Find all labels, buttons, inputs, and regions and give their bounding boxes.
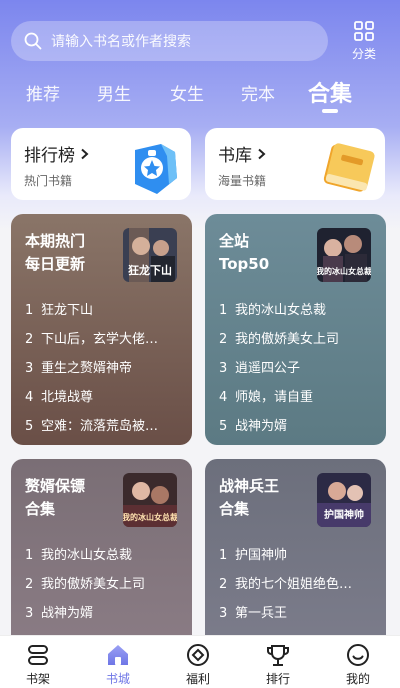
collection-card-top50[interactable]: 全站 Top50 我的冰山女总裁 1 我的冰山女总裁 2 我的傲娇美女上司 3 逍遥四… — [205, 214, 386, 445]
book-list: 1 我的冰山女总裁 2 我的傲娇美女上司 3 逍遥四公子 4 师娘，请自重 5 战神为婿 — [219, 296, 377, 441]
search-placeholder: 请输入书名或作者搜索 — [51, 34, 191, 50]
tab-bar: 推荐 男生 女生 完本 合集 — [0, 76, 400, 116]
chevron-right-icon — [81, 148, 89, 159]
card-title-line1: 战神兵王 — [219, 477, 280, 495]
search-row: 请输入书名或作者搜索 分类 — [0, 0, 400, 72]
book-cover-image: 我的冰山女总裁 — [123, 473, 177, 527]
book-cover[interactable]: 狂龙下山 — [123, 228, 177, 282]
tab-collection[interactable]: 合集 — [308, 76, 352, 108]
profile-icon — [347, 644, 369, 666]
list-item[interactable]: 4 北境战尊 — [25, 383, 183, 412]
book-cover-image: 护国神帅 — [317, 473, 371, 527]
bottom-nav: 书架 书城 福利 排行 我的 — [0, 635, 400, 688]
list-item[interactable]: 1 狂龙下山 — [25, 296, 183, 325]
ranking-card[interactable]: 排行榜 热门书籍 — [11, 128, 191, 200]
cover-title: 我的冰山女总裁 — [317, 266, 371, 276]
tab-male[interactable]: 男生 — [97, 80, 131, 105]
list-item[interactable]: 2 下山后，玄学大佬… — [25, 325, 183, 354]
nav-bookstore[interactable]: 书城 — [88, 642, 148, 687]
book-list: 1 狂龙下山 2 下山后，玄学大佬… 3 重生之赘婿神帝 4 北境战尊 5 空难：流落荒岛… — [25, 296, 183, 441]
list-item[interactable]: 1 我的冰山女总裁 — [219, 296, 377, 325]
cover-title: 护国神帅 — [324, 508, 364, 521]
nav-label: 我的 — [345, 672, 370, 686]
ranking-title-row: 排行榜 — [24, 141, 91, 166]
card-title: 赘婿保镖 合集 — [25, 475, 125, 521]
library-subtitle: 海量书籍 — [218, 174, 267, 188]
category-label: 分类 — [351, 47, 376, 61]
card-title-line2: 合集 — [219, 500, 250, 518]
nav-ranking[interactable]: 排行 — [248, 642, 308, 687]
trophy-icon — [267, 645, 289, 666]
welfare-icon — [187, 644, 209, 666]
bookshelf-icon — [28, 645, 48, 665]
card-title: 本期热门 每日更新 — [25, 230, 125, 276]
ranking-title: 排行榜 — [24, 146, 75, 166]
grid-icon — [354, 21, 374, 41]
book-cover-image: 我的冰山女总裁 — [317, 228, 371, 282]
nav-bookshelf[interactable]: 书架 — [8, 642, 68, 687]
list-item[interactable]: 2 我的七个姐姐绝色… — [219, 570, 377, 599]
library-title: 书库 — [218, 146, 252, 166]
tab-recommend[interactable]: 推荐 — [26, 80, 60, 105]
list-item[interactable]: 3 战神为婿 — [25, 599, 183, 628]
list-item[interactable]: 1 护国神帅 — [219, 541, 377, 570]
card-title-line1: 赘婿保镖 — [25, 477, 86, 495]
list-item[interactable]: 3 逍遥四公子 — [219, 354, 377, 383]
card-title-line2: Top50 — [219, 255, 270, 273]
category-button[interactable]: 分类 — [342, 20, 386, 64]
list-item[interactable]: 3 重生之赘婿神帝 — [25, 354, 183, 383]
nav-label: 书城 — [105, 672, 130, 686]
card-title-line2: 每日更新 — [25, 255, 86, 273]
search-icon — [24, 32, 42, 50]
active-tab-indicator — [322, 109, 338, 113]
ranking-badge-icon — [135, 144, 177, 194]
chevron-right-icon — [258, 148, 266, 159]
book-cover-image: 狂龙下山 — [123, 228, 177, 282]
nav-label: 排行 — [265, 672, 290, 686]
card-title-line1: 本期热门 — [25, 232, 86, 250]
cover-title: 我的冰山女总裁 — [123, 512, 177, 522]
home-icon — [108, 645, 128, 665]
library-card[interactable]: 书库 海量书籍 — [205, 128, 385, 200]
search-input[interactable]: 请输入书名或作者搜索 — [11, 21, 328, 61]
list-item[interactable]: 5 空难：流落荒岛被… — [25, 412, 183, 441]
book-cover[interactable]: 护国神帅 — [317, 473, 371, 527]
book-cover[interactable]: 我的冰山女总裁 — [123, 473, 177, 527]
list-item[interactable]: 2 我的傲娇美女上司 — [25, 570, 183, 599]
collection-card-hot[interactable]: 本期热门 每日更新 狂龙下山 1 狂龙下山 2 下山后，玄学大佬… 3 重生之赘婿神帝… — [11, 214, 192, 445]
list-item[interactable]: 4 师娘，请自重 — [219, 383, 377, 412]
card-title: 全站 Top50 — [219, 230, 319, 276]
tab-finished[interactable]: 完本 — [241, 80, 275, 105]
nav-profile[interactable]: 我的 — [328, 642, 388, 687]
list-item[interactable]: 3 第一兵王 — [219, 599, 377, 628]
list-item[interactable]: 2 我的傲娇美女上司 — [219, 325, 377, 354]
nav-welfare[interactable]: 福利 — [168, 642, 228, 687]
cover-title: 狂龙下山 — [128, 263, 172, 277]
book-cover[interactable]: 我的冰山女总裁 — [317, 228, 371, 282]
nav-label: 福利 — [185, 672, 210, 686]
list-item[interactable]: 5 战神为婿 — [219, 412, 377, 441]
card-title-line1: 全站 — [219, 232, 250, 250]
card-title-line2: 合集 — [25, 500, 56, 518]
card-title: 战神兵王 合集 — [219, 475, 319, 521]
list-item[interactable]: 1 我的冰山女总裁 — [25, 541, 183, 570]
library-title-row: 书库 — [218, 141, 268, 166]
tab-female[interactable]: 女生 — [170, 80, 204, 105]
book-library-icon — [323, 143, 375, 192]
ranking-subtitle: 热门书籍 — [24, 174, 73, 188]
nav-label: 书架 — [25, 672, 50, 686]
